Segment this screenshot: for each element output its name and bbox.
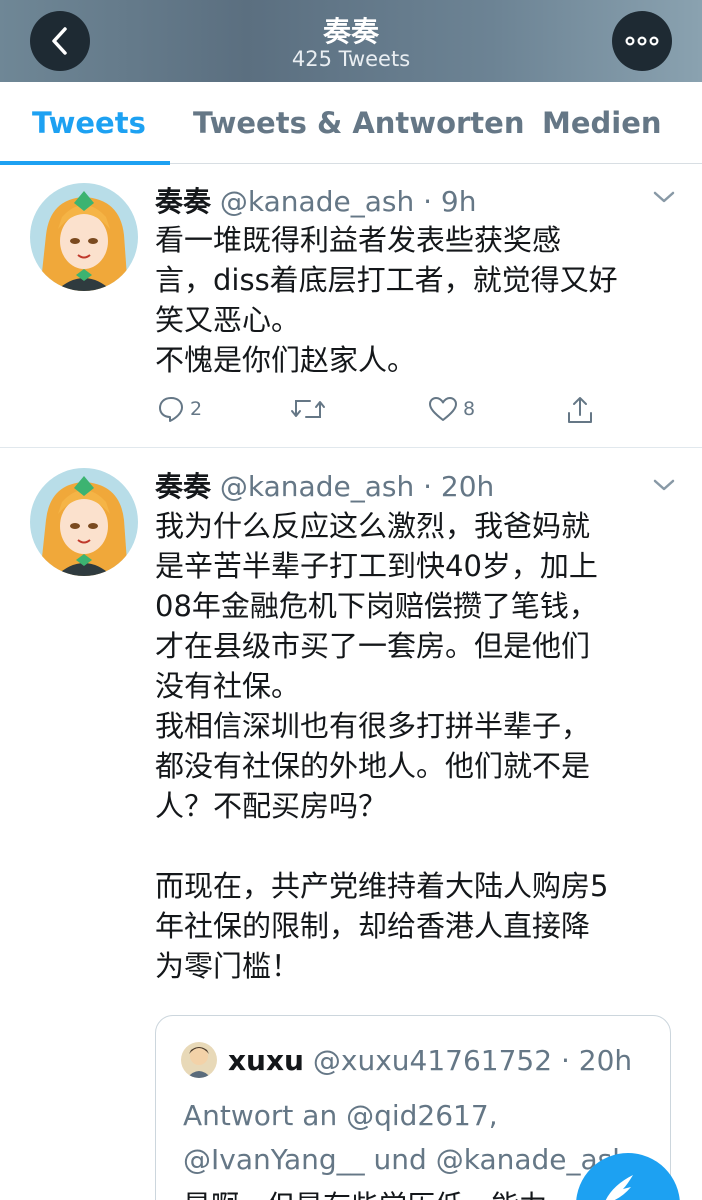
quoted-header: xuxu @xuxu41761752 · 20h (228, 1044, 632, 1077)
reply-button[interactable]: 2 (157, 395, 202, 423)
tab-tweets[interactable]: Tweets (32, 106, 146, 140)
share-icon (568, 397, 592, 423)
quoted-author-handle: @xuxu41761752 · 20h (312, 1044, 633, 1077)
tweet-text: 我为什么反应这么激烈，我爸妈就 是辛苦半辈子打工到快40岁，加上 08年金融危机… (155, 509, 609, 983)
tweet-count: 425 Tweets (291, 47, 411, 71)
tweet-header: 奏奏 @kanade_ash · 9h (155, 180, 476, 220)
avatar[interactable] (30, 468, 138, 576)
profile-page: 奏奏 425 Tweets Tweets Tweets & Antworten … (0, 0, 702, 1200)
tweet-author-name[interactable]: 奏奏 (155, 470, 211, 503)
retweet-button[interactable] (290, 395, 326, 423)
avatar[interactable] (30, 183, 138, 291)
more-icon (625, 36, 659, 46)
quoted-reply-to: Antwort an @qid2617, @IvanYang__ und @ka… (183, 1094, 653, 1182)
like-button[interactable]: 8 (428, 395, 475, 423)
like-count: 8 (463, 398, 476, 420)
reply-to-line: Antwort an @qid2617, (183, 1099, 498, 1132)
tab-tweets-and-replies[interactable]: Tweets & Antworten (193, 106, 524, 140)
tweet-author-handle: @kanade_ash · 20h (219, 470, 495, 503)
avatar-image (30, 468, 138, 576)
quoted-text: 是啊，但是有些学历低，能力 (183, 1186, 547, 1200)
tweet-header: 奏奏 @kanade_ash · 20h (155, 465, 494, 505)
tweet[interactable]: 奏奏 @kanade_ash · 9h 看一堆既得利益者发表些获奖感 言，dis… (0, 165, 702, 447)
quoted-avatar-image (181, 1042, 217, 1078)
reply-to-line: @IvanYang__ und @kanade_ash (183, 1143, 631, 1176)
retweet-icon (291, 400, 325, 418)
profile-tabs: Tweets Tweets & Antworten Medien (0, 82, 702, 165)
tweet-actions: 2 8 (155, 395, 605, 431)
profile-header: 奏奏 425 Tweets (0, 0, 702, 82)
tweet-author-name[interactable]: 奏奏 (155, 185, 211, 218)
tweet-text: 看一堆既得利益者发表些获奖感 言，diss着底层打工者，就觉得又好 笑又恶心。 … (155, 223, 618, 377)
reply-count: 2 (190, 398, 203, 420)
like-icon (429, 397, 457, 421)
profile-name-title: 奏奏 (322, 15, 379, 48)
tweet-author-handle: @kanade_ash · 9h (219, 185, 477, 218)
more-button[interactable] (612, 11, 672, 71)
chevron-down-icon[interactable] (652, 473, 676, 497)
quoted-avatar[interactable] (181, 1042, 217, 1078)
avatar-image (30, 183, 138, 291)
quoted-author-name[interactable]: xuxu (228, 1044, 304, 1077)
chevron-down-icon[interactable] (652, 185, 676, 209)
share-button[interactable] (565, 395, 595, 425)
tab-media[interactable]: Medien (542, 106, 662, 140)
compose-icon (605, 1175, 633, 1200)
reply-icon (159, 397, 183, 422)
